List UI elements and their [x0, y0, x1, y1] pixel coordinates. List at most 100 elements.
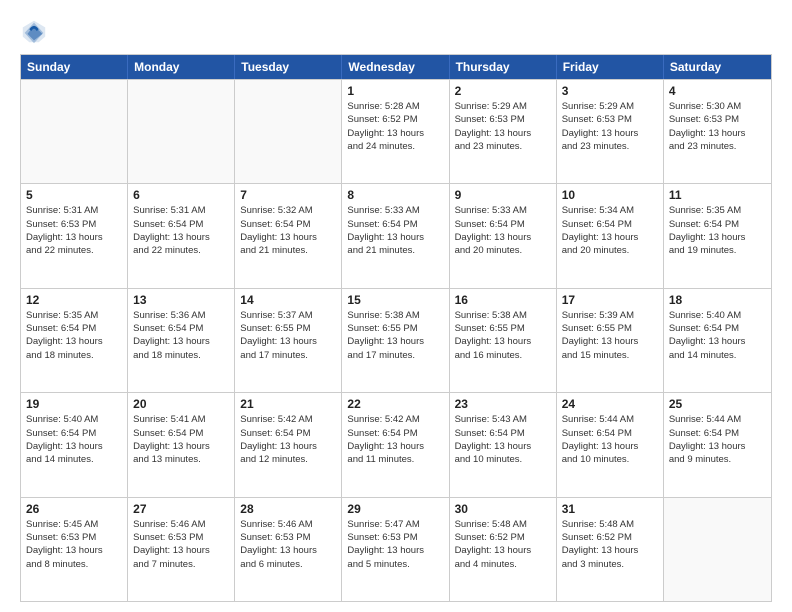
day-number: 21 — [240, 397, 336, 411]
day-cell-20: 20 Sunrise: 5:41 AM Sunset: 6:54 PM Dayli… — [128, 393, 235, 496]
day-info: Sunrise: 5:45 AM Sunset: 6:53 PM Dayligh… — [26, 518, 122, 571]
day-number: 22 — [347, 397, 443, 411]
day-cell-29: 29 Sunrise: 5:47 AM Sunset: 6:53 PM Dayli… — [342, 498, 449, 601]
day-cell-22: 22 Sunrise: 5:42 AM Sunset: 6:54 PM Dayli… — [342, 393, 449, 496]
day-number: 28 — [240, 502, 336, 516]
day-info: Sunrise: 5:46 AM Sunset: 6:53 PM Dayligh… — [240, 518, 336, 571]
calendar-week-1: 1Sunrise: 5:28 AM Sunset: 6:52 PM Daylig… — [21, 79, 771, 183]
day-info: Sunrise: 5:38 AM Sunset: 6:55 PM Dayligh… — [347, 309, 443, 362]
day-number: 24 — [562, 397, 658, 411]
day-info: Sunrise: 5:44 AM Sunset: 6:54 PM Dayligh… — [562, 413, 658, 466]
empty-cell — [235, 80, 342, 183]
day-cell-1: 1Sunrise: 5:28 AM Sunset: 6:52 PM Daylig… — [342, 80, 449, 183]
day-number: 6 — [133, 188, 229, 202]
weekday-header-thursday: Thursday — [450, 55, 557, 79]
day-cell-3: 3 Sunrise: 5:29 AM Sunset: 6:53 PM Daylig… — [557, 80, 664, 183]
day-number: 19 — [26, 397, 122, 411]
day-cell-28: 28 Sunrise: 5:46 AM Sunset: 6:53 PM Dayli… — [235, 498, 342, 601]
day-number: 13 — [133, 293, 229, 307]
day-info: Sunrise: 5:31 AM Sunset: 6:53 PM Dayligh… — [26, 204, 122, 257]
day-cell-31: 31Sunrise: 5:48 AM Sunset: 6:52 PM Dayli… — [557, 498, 664, 601]
day-number: 1 — [347, 84, 443, 98]
day-number: 7 — [240, 188, 336, 202]
day-number: 23 — [455, 397, 551, 411]
day-number: 17 — [562, 293, 658, 307]
weekday-header-sunday: Sunday — [21, 55, 128, 79]
day-number: 15 — [347, 293, 443, 307]
day-number: 8 — [347, 188, 443, 202]
day-cell-24: 24 Sunrise: 5:44 AM Sunset: 6:54 PM Dayli… — [557, 393, 664, 496]
day-cell-6: 6 Sunrise: 5:31 AM Sunset: 6:54 PM Daylig… — [128, 184, 235, 287]
day-info: Sunrise: 5:42 AM Sunset: 6:54 PM Dayligh… — [240, 413, 336, 466]
day-info: Sunrise: 5:47 AM Sunset: 6:53 PM Dayligh… — [347, 518, 443, 571]
day-cell-16: 16Sunrise: 5:38 AM Sunset: 6:55 PM Dayli… — [450, 289, 557, 392]
day-cell-17: 17 Sunrise: 5:39 AM Sunset: 6:55 PM Dayli… — [557, 289, 664, 392]
calendar-week-4: 19 Sunrise: 5:40 AM Sunset: 6:54 PM Dayli… — [21, 392, 771, 496]
day-number: 29 — [347, 502, 443, 516]
logo — [20, 18, 52, 46]
day-cell-21: 21 Sunrise: 5:42 AM Sunset: 6:54 PM Dayli… — [235, 393, 342, 496]
day-info: Sunrise: 5:42 AM Sunset: 6:54 PM Dayligh… — [347, 413, 443, 466]
day-cell-14: 14 Sunrise: 5:37 AM Sunset: 6:55 PM Dayli… — [235, 289, 342, 392]
day-info: Sunrise: 5:29 AM Sunset: 6:53 PM Dayligh… — [562, 100, 658, 153]
day-info: Sunrise: 5:41 AM Sunset: 6:54 PM Dayligh… — [133, 413, 229, 466]
weekday-header-monday: Monday — [128, 55, 235, 79]
day-number: 18 — [669, 293, 766, 307]
day-number: 26 — [26, 502, 122, 516]
day-info: Sunrise: 5:34 AM Sunset: 6:54 PM Dayligh… — [562, 204, 658, 257]
day-info: Sunrise: 5:48 AM Sunset: 6:52 PM Dayligh… — [455, 518, 551, 571]
day-cell-15: 15 Sunrise: 5:38 AM Sunset: 6:55 PM Dayli… — [342, 289, 449, 392]
day-number: 12 — [26, 293, 122, 307]
day-cell-25: 25 Sunrise: 5:44 AM Sunset: 6:54 PM Dayli… — [664, 393, 771, 496]
empty-cell — [664, 498, 771, 601]
day-cell-23: 23 Sunrise: 5:43 AM Sunset: 6:54 PM Dayli… — [450, 393, 557, 496]
calendar-week-5: 26 Sunrise: 5:45 AM Sunset: 6:53 PM Dayli… — [21, 497, 771, 601]
day-info: Sunrise: 5:40 AM Sunset: 6:54 PM Dayligh… — [26, 413, 122, 466]
day-cell-13: 13 Sunrise: 5:36 AM Sunset: 6:54 PM Dayli… — [128, 289, 235, 392]
day-cell-30: 30 Sunrise: 5:48 AM Sunset: 6:52 PM Dayli… — [450, 498, 557, 601]
calendar-week-3: 12 Sunrise: 5:35 AM Sunset: 6:54 PM Dayli… — [21, 288, 771, 392]
logo-icon — [20, 18, 48, 46]
day-info: Sunrise: 5:33 AM Sunset: 6:54 PM Dayligh… — [455, 204, 551, 257]
weekday-header-friday: Friday — [557, 55, 664, 79]
day-info: Sunrise: 5:36 AM Sunset: 6:54 PM Dayligh… — [133, 309, 229, 362]
day-number: 5 — [26, 188, 122, 202]
day-cell-4: 4 Sunrise: 5:30 AM Sunset: 6:53 PM Daylig… — [664, 80, 771, 183]
day-number: 2 — [455, 84, 551, 98]
day-number: 9 — [455, 188, 551, 202]
day-info: Sunrise: 5:44 AM Sunset: 6:54 PM Dayligh… — [669, 413, 766, 466]
day-info: Sunrise: 5:48 AM Sunset: 6:52 PM Dayligh… — [562, 518, 658, 571]
day-info: Sunrise: 5:37 AM Sunset: 6:55 PM Dayligh… — [240, 309, 336, 362]
day-number: 14 — [240, 293, 336, 307]
weekday-header-wednesday: Wednesday — [342, 55, 449, 79]
day-info: Sunrise: 5:35 AM Sunset: 6:54 PM Dayligh… — [26, 309, 122, 362]
day-info: Sunrise: 5:30 AM Sunset: 6:53 PM Dayligh… — [669, 100, 766, 153]
day-cell-8: 8Sunrise: 5:33 AM Sunset: 6:54 PM Daylig… — [342, 184, 449, 287]
day-number: 30 — [455, 502, 551, 516]
day-info: Sunrise: 5:40 AM Sunset: 6:54 PM Dayligh… — [669, 309, 766, 362]
day-number: 27 — [133, 502, 229, 516]
day-info: Sunrise: 5:43 AM Sunset: 6:54 PM Dayligh… — [455, 413, 551, 466]
day-info: Sunrise: 5:32 AM Sunset: 6:54 PM Dayligh… — [240, 204, 336, 257]
weekday-header-tuesday: Tuesday — [235, 55, 342, 79]
day-cell-19: 19 Sunrise: 5:40 AM Sunset: 6:54 PM Dayli… — [21, 393, 128, 496]
day-info: Sunrise: 5:29 AM Sunset: 6:53 PM Dayligh… — [455, 100, 551, 153]
day-cell-11: 11Sunrise: 5:35 AM Sunset: 6:54 PM Dayli… — [664, 184, 771, 287]
day-number: 3 — [562, 84, 658, 98]
weekday-header-saturday: Saturday — [664, 55, 771, 79]
day-cell-12: 12 Sunrise: 5:35 AM Sunset: 6:54 PM Dayli… — [21, 289, 128, 392]
day-cell-18: 18 Sunrise: 5:40 AM Sunset: 6:54 PM Dayli… — [664, 289, 771, 392]
day-number: 16 — [455, 293, 551, 307]
day-cell-2: 2 Sunrise: 5:29 AM Sunset: 6:53 PM Daylig… — [450, 80, 557, 183]
day-number: 20 — [133, 397, 229, 411]
day-info: Sunrise: 5:46 AM Sunset: 6:53 PM Dayligh… — [133, 518, 229, 571]
day-cell-5: 5 Sunrise: 5:31 AM Sunset: 6:53 PM Daylig… — [21, 184, 128, 287]
day-number: 4 — [669, 84, 766, 98]
calendar-body: 1Sunrise: 5:28 AM Sunset: 6:52 PM Daylig… — [21, 79, 771, 601]
calendar: SundayMondayTuesdayWednesdayThursdayFrid… — [20, 54, 772, 602]
day-number: 25 — [669, 397, 766, 411]
day-number: 10 — [562, 188, 658, 202]
day-info: Sunrise: 5:39 AM Sunset: 6:55 PM Dayligh… — [562, 309, 658, 362]
day-info: Sunrise: 5:31 AM Sunset: 6:54 PM Dayligh… — [133, 204, 229, 257]
day-cell-7: 7 Sunrise: 5:32 AM Sunset: 6:54 PM Daylig… — [235, 184, 342, 287]
